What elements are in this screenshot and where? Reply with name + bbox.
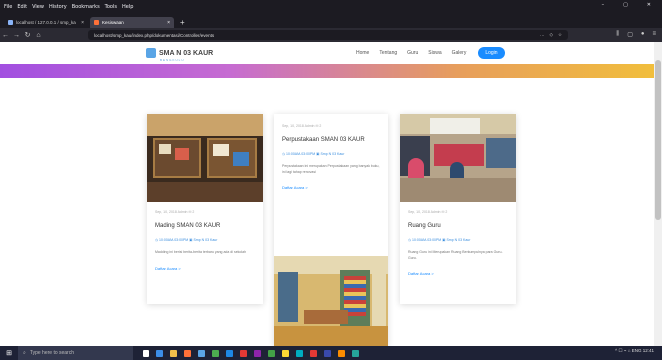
menu-file[interactable]: File [4, 4, 12, 10]
school-logo-icon [146, 48, 156, 58]
bookmark-star-icon[interactable]: ☆ [558, 32, 562, 38]
app-icon[interactable] [240, 349, 247, 357]
tab-bar: localhost / 127.0.0.1 / smp_ka × Kesiswa… [0, 14, 662, 28]
store-icon[interactable] [198, 349, 205, 357]
favicon-icon [8, 20, 13, 25]
windows-start-icon[interactable]: ⊞ [0, 346, 18, 360]
event-card-ruang-guru: Sep, 10, 2018 Admin ✉ 2 Ruang Guru ◷ 10:… [400, 114, 516, 304]
favicon-icon [94, 20, 99, 25]
extension-icon[interactable]: ● [641, 31, 645, 38]
url-bar[interactable]: localhost/smp_kau/index.php/dokumentasi/… [88, 30, 568, 40]
gradient-banner [0, 64, 654, 78]
window-controls: – ▢ ✕ [602, 2, 656, 8]
chrome-icon[interactable] [212, 349, 219, 357]
app-icon[interactable] [296, 349, 303, 357]
tab-label: localhost / 127.0.0.1 / smp_ka [16, 20, 76, 25]
tray-status[interactable]: ^ ☐ ⌁ ⌂ ENG 12:41 [615, 348, 654, 354]
ruang-guru-photo [400, 114, 516, 202]
logo-subtitle: BENGKULU [160, 58, 185, 62]
nav-home[interactable]: Home [356, 50, 369, 56]
navigation-toolbar: ← → ↻ ⌂ localhost/smp_kau/index.php/doku… [0, 28, 662, 42]
minimize-button[interactable]: – [602, 2, 605, 8]
read-more-link[interactable]: Daftar Acara > [408, 271, 508, 276]
card-title[interactable]: Mading SMAN 03 KAUR [155, 223, 255, 229]
taskbar-apps [143, 349, 359, 357]
page-actions-icon[interactable]: ··· [540, 33, 545, 38]
nav-galery[interactable]: Galery [452, 50, 467, 56]
card-info: ◷ 10:00AM-03:00PM ▣ Smp N 03 Kaur [282, 152, 345, 156]
nav-guru[interactable]: Guru [407, 50, 418, 56]
tab-phpmyadmin[interactable]: localhost / 127.0.0.1 / smp_ka × [4, 17, 88, 28]
menu-history[interactable]: History [49, 4, 67, 10]
login-button[interactable]: Login [478, 47, 505, 59]
app-icon[interactable] [324, 349, 331, 357]
read-more-link[interactable]: Daftar Acara > [282, 185, 380, 190]
card-title[interactable]: Perpustakaan SMAN 03 KAUR [282, 137, 380, 143]
menu-edit[interactable]: Edit [17, 4, 27, 10]
page-scrollbar[interactable] [654, 42, 662, 346]
edge-icon[interactable] [156, 349, 163, 357]
web-page: SMA N 03 KAUR BENGKULU Home Tentang Guru… [0, 42, 654, 346]
mail-icon[interactable] [226, 349, 233, 357]
tab-kesiswaan[interactable]: Kesiswaan × [90, 17, 174, 28]
card-info: ◷ 10:00AM-03:00PM ▣ Smp N 03 Kaur [408, 238, 471, 242]
close-tab-icon[interactable]: × [167, 20, 170, 26]
nav-siswa[interactable]: Siswa [428, 50, 441, 56]
taskbar-search[interactable]: ⌕ Type here to search [18, 346, 133, 360]
menu-view[interactable]: View [32, 4, 44, 10]
library-icon[interactable]: ⫼ [616, 31, 619, 38]
event-card-perpustakaan: Sep, 10, 2018 Admin ✉ 2 Perpustakaan SMA… [274, 114, 388, 346]
firefox-icon[interactable] [184, 349, 191, 357]
file-explorer-icon[interactable] [170, 349, 177, 357]
app-icon[interactable] [338, 349, 345, 357]
app-icon[interactable] [352, 349, 359, 357]
site-nav: Home Tentang Guru Siswa Galery Login [356, 47, 505, 59]
browser-menubar: File Edit View History Bookmarks Tools H… [0, 0, 662, 14]
menu-bookmarks[interactable]: Bookmarks [72, 4, 100, 10]
perpustakaan-photo [274, 256, 388, 346]
tab-label: Kesiswaan [102, 20, 124, 25]
menu-tools[interactable]: Tools [105, 4, 117, 10]
sidebar-icon[interactable]: ▢ [627, 31, 633, 38]
scrollbar-thumb[interactable] [655, 60, 661, 220]
card-meta: Sep, 10, 2018 Admin ✉ 2 [155, 210, 195, 214]
card-body: Perpustakaan ini merupakan Perpustakaan … [282, 164, 380, 174]
app-icon[interactable] [282, 349, 289, 357]
card-title[interactable]: Ruang Guru [408, 223, 508, 229]
app-icon[interactable] [254, 349, 261, 357]
site-header: SMA N 03 KAUR BENGKULU Home Tentang Guru… [0, 42, 654, 64]
event-card-mading: Sep, 10, 2018 Admin ✉ 2 Mading SMAN 03 K… [147, 114, 263, 304]
taskbar-search-placeholder: Type here to search [29, 350, 75, 356]
card-info: ◷ 10:00AM-03:00PM ▣ Smp N 03 Kaur [155, 238, 218, 242]
windows-taskbar: ⊞ ⌕ Type here to search ^ ☐ ⌁ ⌂ ENG 12:4… [0, 346, 662, 360]
task-view-icon[interactable] [143, 349, 149, 357]
logo-text: SMA N 03 KAUR [159, 49, 214, 57]
nav-tentang[interactable]: Tentang [379, 50, 397, 56]
home-icon[interactable]: ⌂ [33, 32, 44, 39]
close-window-button[interactable]: ✕ [647, 2, 651, 8]
menu-hamburger-icon[interactable]: ≡ [652, 31, 656, 38]
system-tray: ^ ☐ ⌁ ⌂ ENG 12:41 [615, 348, 654, 354]
forward-icon[interactable]: → [11, 32, 22, 39]
mading-photo [147, 114, 263, 202]
card-body: Madding ini berisi berita-berita terbaru… [155, 250, 247, 254]
reload-icon[interactable]: ↻ [22, 31, 33, 39]
app-icon[interactable] [310, 349, 317, 357]
search-icon: ⌕ [23, 350, 26, 356]
new-tab-icon[interactable]: + [180, 17, 185, 28]
back-icon[interactable]: ← [0, 32, 11, 39]
menu-help[interactable]: Help [122, 4, 133, 10]
read-more-link[interactable]: Daftar Acara > [155, 266, 255, 271]
close-tab-icon[interactable]: × [81, 20, 84, 26]
maximize-button[interactable]: ▢ [623, 2, 628, 8]
card-meta: Sep, 10, 2018 Admin ✉ 2 [408, 210, 448, 214]
card-body: Ruang Guru ini Merupakan Ruang Berkumpul… [408, 250, 503, 260]
site-logo[interactable]: SMA N 03 KAUR [146, 48, 213, 58]
url-text: localhost/smp_kau/index.php/dokumentasi/… [94, 32, 215, 38]
card-meta: Sep, 10, 2018 Admin ✉ 2 [282, 124, 322, 128]
app-icon[interactable] [268, 349, 275, 357]
pocket-icon[interactable]: ◇ [549, 32, 552, 38]
